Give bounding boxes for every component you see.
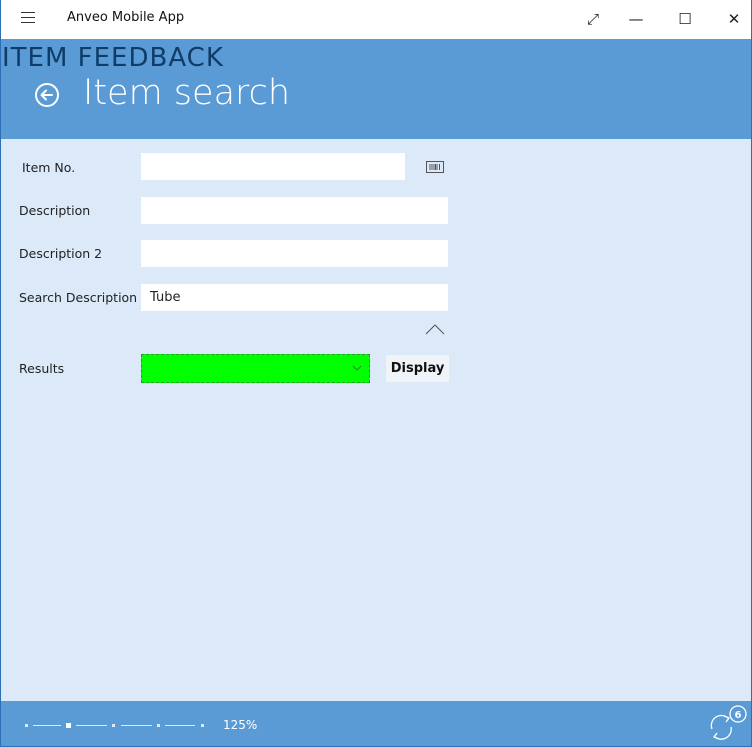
- description-label: Description: [19, 203, 91, 218]
- page-header: ITEM FEEDBACK Item search: [1, 39, 751, 139]
- chevron-up-icon[interactable]: [425, 323, 445, 335]
- expand-icon[interactable]: ⤢: [578, 6, 608, 32]
- search-form: Item No. Description Description 2 Searc…: [1, 139, 751, 701]
- sync-icon[interactable]: 6: [704, 703, 750, 743]
- zoom-slider[interactable]: [23, 715, 213, 735]
- search-description-label: Search Description: [19, 290, 138, 305]
- menu-icon[interactable]: [21, 11, 37, 25]
- section-title: ITEM FEEDBACK: [2, 43, 224, 73]
- status-bar: 125% 6: [1, 701, 751, 746]
- description-field[interactable]: [141, 197, 448, 224]
- chevron-down-icon: [352, 365, 362, 371]
- zoom-level: 125%: [223, 718, 258, 732]
- app-window: Anveo Mobile App ⤢ — ☐ ✕ ITEM FEEDBACK I…: [0, 0, 752, 747]
- page-title: Item search: [83, 73, 291, 113]
- item-no-label: Item No.: [22, 160, 76, 175]
- display-button[interactable]: Display: [386, 355, 449, 382]
- back-arrow-icon[interactable]: [34, 82, 60, 108]
- item-no-field[interactable]: [141, 153, 405, 180]
- description2-label: Description 2: [19, 246, 103, 261]
- sync-count-badge: 6: [735, 710, 742, 721]
- barcode-icon[interactable]: [426, 161, 444, 173]
- title-bar: Anveo Mobile App ⤢ — ☐ ✕: [1, 0, 751, 39]
- maximize-icon[interactable]: ☐: [670, 6, 700, 32]
- close-icon[interactable]: ✕: [719, 6, 749, 32]
- description2-field[interactable]: [141, 240, 448, 267]
- search-description-field[interactable]: Tube: [141, 284, 448, 311]
- results-dropdown[interactable]: [141, 354, 370, 383]
- window-title: Anveo Mobile App: [67, 10, 185, 25]
- minimize-icon[interactable]: —: [621, 6, 651, 32]
- results-label: Results: [19, 361, 65, 376]
